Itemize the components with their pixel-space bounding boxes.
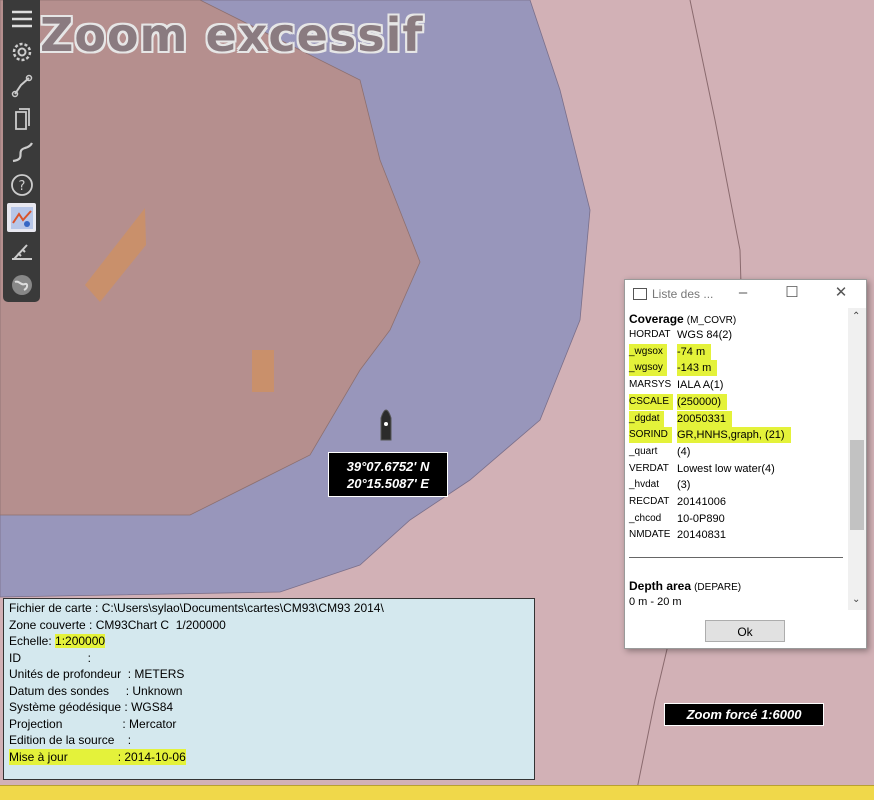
- attribute-value: 10-0P890: [677, 512, 725, 525]
- object-query-dialog: Liste des ... – ☐ ✕ Coverage (M_COVR) De…: [624, 279, 867, 649]
- depth-area-header: Depth area (DEPARE): [629, 578, 741, 594]
- route-icon[interactable]: [7, 71, 36, 100]
- attribute-value: WGS 84(2): [677, 329, 733, 341]
- minimize-icon[interactable]: –: [731, 283, 755, 303]
- attribute-value: IALA A(1): [677, 379, 724, 392]
- scale-label: Echelle:: [9, 634, 56, 648]
- attribute-key: _wgsoy: [629, 360, 667, 377]
- depth-area-code: (DEPARE): [694, 582, 742, 593]
- attribute-value: 20141006: [677, 496, 726, 508]
- chart-id: ID :: [9, 651, 92, 665]
- chart-zone: Zone couverte : CM93Chart C 1/200000: [9, 618, 226, 632]
- attribute-key: VERDAT: [629, 462, 669, 474]
- attribute-key: SORIND: [629, 427, 672, 444]
- update-date: Mise à jour : 2014-10-06: [9, 749, 186, 765]
- source-edition: Edition de la source :: [9, 733, 132, 747]
- chart-file: Fichier de carte : C:\Users\sylao\Docume…: [9, 601, 384, 615]
- attribute-value: (4): [677, 445, 691, 458]
- attribute-key: _wgsox: [629, 343, 667, 360]
- document-icon[interactable]: [7, 104, 36, 133]
- attribute-list[interactable]: Coverage (M_COVR) Depth area (DEPARE) 0 …: [625, 308, 848, 610]
- attribute-key: NMDATE: [629, 529, 671, 541]
- chart-icon[interactable]: [7, 203, 36, 232]
- depth-units: Unités de profondeur : METERS: [9, 667, 185, 681]
- menu-icon[interactable]: [7, 4, 36, 33]
- separator: [629, 557, 843, 558]
- coverage-code: (M_COVR): [686, 315, 737, 326]
- attribute-value: Lowest low water(4): [677, 462, 775, 475]
- dialog-titlebar[interactable]: Liste des ... – ☐ ✕: [625, 280, 866, 308]
- scroll-down-icon[interactable]: ⌄: [852, 594, 860, 605]
- attribute-key: MARSYS: [629, 379, 672, 391]
- attribute-value: -74 m: [677, 343, 712, 360]
- longitude: 20°15.5087' E: [346, 476, 430, 491]
- zoom-forced-label: Zoom forcé 1:6000: [664, 703, 824, 726]
- window-icon: [633, 288, 647, 300]
- measure-icon[interactable]: [7, 237, 36, 266]
- attribute-key: _hvdat: [629, 479, 660, 491]
- attribute-key: _quart: [629, 445, 658, 457]
- scroll-thumb[interactable]: [850, 440, 864, 530]
- scrollbar[interactable]: ⌃ ⌄: [848, 308, 866, 610]
- attribute-key: RECDAT: [629, 496, 670, 507]
- close-icon[interactable]: ✕: [829, 283, 853, 303]
- svg-text:?: ?: [18, 179, 25, 194]
- land-feature: [252, 350, 274, 392]
- attribute-value: 20050331: [677, 410, 732, 427]
- attribute-value: GR,HNHS,graph, (21): [677, 427, 791, 444]
- track-icon[interactable]: [7, 137, 36, 166]
- depth-range: 0 m - 20 m: [629, 596, 682, 608]
- chart-info-panel: Fichier de carte : C:\Users\sylao\Docume…: [3, 598, 535, 780]
- projection: Projection : Mercator: [9, 717, 177, 731]
- settings-icon[interactable]: [7, 37, 36, 66]
- attribute-value: (250000): [677, 393, 728, 410]
- attribute-key: CSCALE: [629, 393, 674, 410]
- attribute-value: 20140831: [677, 529, 726, 542]
- cursor-position-box: 39°07.6752' N 20°15.5087' E: [328, 452, 448, 497]
- ship-icon: [380, 409, 392, 441]
- sounding-datum: Datum des sondes : Unknown: [9, 684, 183, 698]
- coverage-title: Coverage: [629, 312, 684, 326]
- attribute-key: _chcod: [629, 512, 662, 524]
- attribute-value: (3): [677, 479, 691, 492]
- status-bar: [0, 785, 874, 800]
- ok-button[interactable]: Ok: [705, 620, 785, 642]
- maximize-icon[interactable]: ☐: [780, 283, 804, 303]
- zoom-warning: Zoom excessif: [40, 8, 424, 62]
- globe-icon[interactable]: [7, 270, 36, 299]
- latitude: 39°07.6752' N: [346, 459, 430, 474]
- attribute-key: HORDAT: [629, 329, 671, 340]
- attribute-key: _dgdat: [629, 410, 664, 427]
- attribute-value: -143 m: [677, 360, 718, 377]
- scroll-up-icon[interactable]: ⌃: [852, 311, 860, 322]
- coverage-header: Coverage (M_COVR): [629, 311, 736, 327]
- scale-value: 1:200000: [55, 634, 106, 648]
- depth-area-title: Depth area: [629, 579, 692, 593]
- geodetic-system: Système géodésique : WGS84: [9, 700, 174, 714]
- toolbar: ?: [3, 0, 40, 302]
- dialog-title: Liste des ...: [652, 287, 714, 301]
- chart-scale: Echelle: 1:200000: [9, 633, 106, 649]
- help-icon[interactable]: ?: [7, 170, 36, 199]
